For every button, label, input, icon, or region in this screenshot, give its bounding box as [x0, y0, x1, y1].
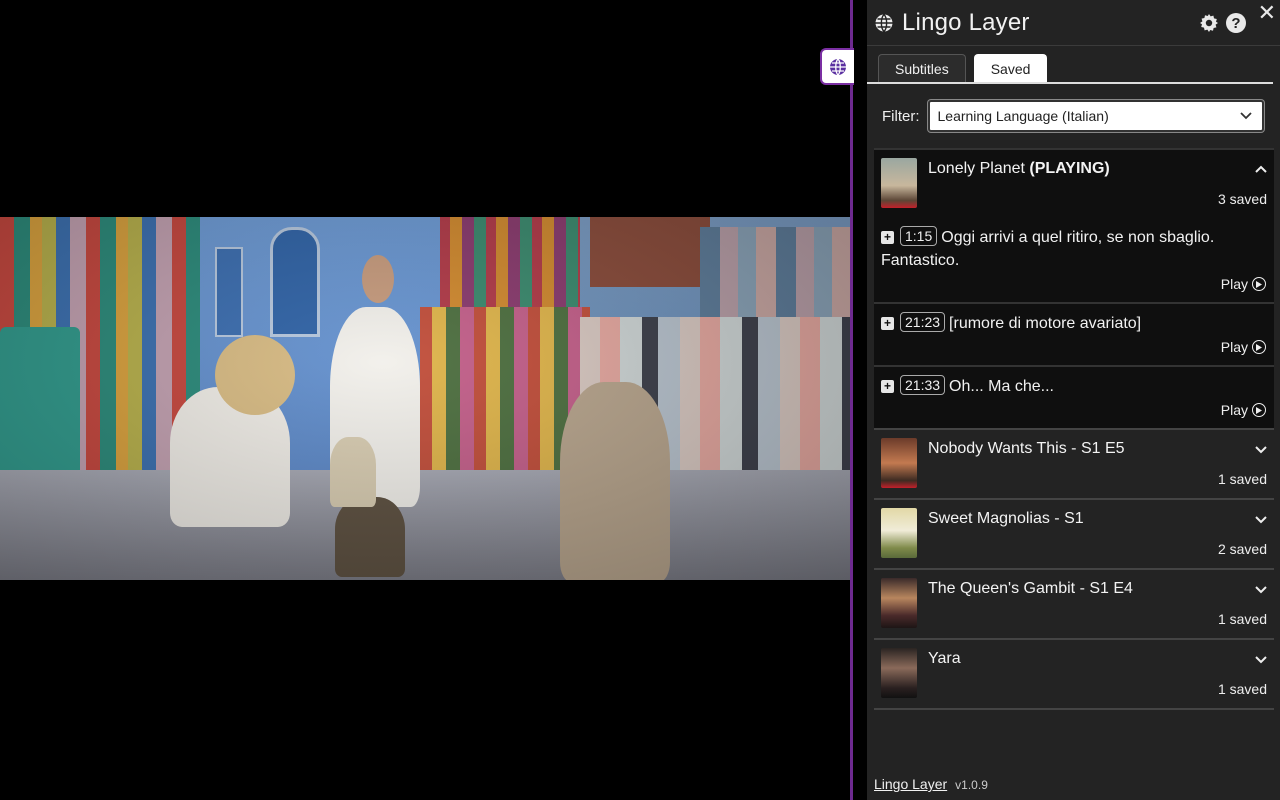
saved-group-queens-gambit: The Queen's Gambit - S1 E4 1 saved	[874, 570, 1274, 640]
chevron-up-icon[interactable]	[1254, 162, 1268, 176]
group-header[interactable]: Sweet Magnolias - S1 2 saved	[874, 500, 1274, 568]
timestamp-badge[interactable]: 21:23	[900, 312, 946, 332]
globe-icon	[875, 13, 893, 32]
play-circle-icon	[1252, 403, 1266, 417]
panel-footer: Lingo Layer v1.0.9	[874, 776, 988, 792]
group-title: The Queen's Gambit - S1 E4	[928, 580, 1133, 597]
chevron-down-icon[interactable]	[1254, 582, 1268, 596]
entry-list: +1:15 Oggi arrivi a quel ritiro, se non s…	[874, 218, 1274, 428]
saved-list: Lonely Planet (PLAYING) 3 saved +1:15 Ogg…	[874, 148, 1274, 710]
add-icon[interactable]: +	[881, 231, 894, 244]
play-circle-icon	[1252, 277, 1266, 291]
globe-icon	[830, 58, 846, 75]
saved-entry: +21:33 Oh... Ma che... Play	[874, 365, 1274, 428]
saved-group-sweet-magnolias: Sweet Magnolias - S1 2 saved	[874, 500, 1274, 570]
gear-icon	[1200, 14, 1218, 32]
version-label: v1.0.9	[955, 778, 988, 792]
saved-count: 1 saved	[1217, 611, 1267, 627]
close-button[interactable]: ✕	[1258, 2, 1276, 24]
group-title: Nobody Wants This - S1 E5	[928, 440, 1125, 457]
saved-count: 3 saved	[1217, 191, 1267, 207]
group-title: Sweet Magnolias - S1	[928, 510, 1084, 527]
chevron-down-icon[interactable]	[1254, 442, 1268, 456]
show-thumbnail	[881, 158, 917, 208]
show-thumbnail	[881, 648, 917, 698]
group-title: Yara	[928, 650, 961, 667]
saved-count: 2 saved	[1217, 541, 1267, 557]
add-icon[interactable]: +	[881, 380, 894, 393]
subtitle-text: [rumore di motore avariato]	[949, 315, 1142, 332]
show-thumbnail	[881, 438, 917, 488]
chevron-down-icon[interactable]	[1254, 652, 1268, 666]
play-button[interactable]: Play	[1221, 339, 1266, 355]
group-header[interactable]: Nobody Wants This - S1 E5 1 saved	[874, 430, 1274, 498]
saved-entry: +1:15 Oggi arrivi a quel ritiro, se non s…	[874, 218, 1274, 302]
timestamp-badge[interactable]: 1:15	[900, 226, 938, 246]
chevron-down-icon[interactable]	[1254, 512, 1268, 526]
play-circle-icon	[1252, 340, 1266, 354]
filter-selected-value: Learning Language (Italian)	[937, 108, 1109, 124]
play-button[interactable]: Play	[1221, 402, 1266, 418]
filter-row: Filter: Learning Language (Italian)	[867, 84, 1280, 148]
chevron-down-icon	[1239, 112, 1252, 120]
saved-group-lonely-planet: Lonely Planet (PLAYING) 3 saved +1:15 Ogg…	[874, 148, 1274, 430]
saved-entry: +21:23 [rumore di motore avariato] Play	[874, 302, 1274, 365]
saved-count: 1 saved	[1217, 681, 1267, 697]
question-icon: ?	[1231, 14, 1241, 32]
show-thumbnail	[881, 578, 917, 628]
play-button[interactable]: Play	[1221, 276, 1266, 292]
saved-group-nobody-wants-this: Nobody Wants This - S1 E5 1 saved	[874, 430, 1274, 500]
video-frame	[0, 217, 850, 580]
subtitle-text: Oh... Ma che...	[949, 378, 1054, 395]
group-header[interactable]: The Queen's Gambit - S1 E4 1 saved	[874, 570, 1274, 638]
show-thumbnail	[881, 508, 917, 558]
group-header[interactable]: Yara 1 saved	[874, 640, 1274, 708]
group-title: Lonely Planet (PLAYING)	[928, 160, 1110, 177]
add-icon[interactable]: +	[881, 317, 894, 330]
extension-toggle-button[interactable]	[820, 48, 854, 85]
panel-border	[850, 0, 853, 800]
video-player[interactable]	[0, 0, 850, 800]
settings-button[interactable]	[1198, 12, 1220, 34]
filter-label: Filter:	[882, 107, 920, 125]
tab-subtitles[interactable]: Subtitles	[878, 54, 966, 82]
footer-link[interactable]: Lingo Layer	[874, 776, 947, 792]
saved-group-yara: Yara 1 saved	[874, 640, 1274, 710]
tab-bar: Subtitles Saved	[867, 46, 1273, 84]
panel-title: Lingo Layer	[902, 8, 1030, 36]
saved-count: 1 saved	[1217, 471, 1267, 487]
timestamp-badge[interactable]: 21:33	[900, 375, 946, 395]
group-header[interactable]: Lonely Planet (PLAYING) 3 saved	[874, 150, 1274, 218]
tab-saved[interactable]: Saved	[973, 54, 1048, 82]
panel-header: Lingo Layer ? ✕	[867, 0, 1280, 46]
lingo-layer-panel: Lingo Layer ? ✕ Subtitles Saved Filter: …	[867, 0, 1280, 800]
filter-dropdown[interactable]: Learning Language (Italian)	[927, 100, 1264, 132]
help-button[interactable]: ?	[1226, 13, 1246, 33]
